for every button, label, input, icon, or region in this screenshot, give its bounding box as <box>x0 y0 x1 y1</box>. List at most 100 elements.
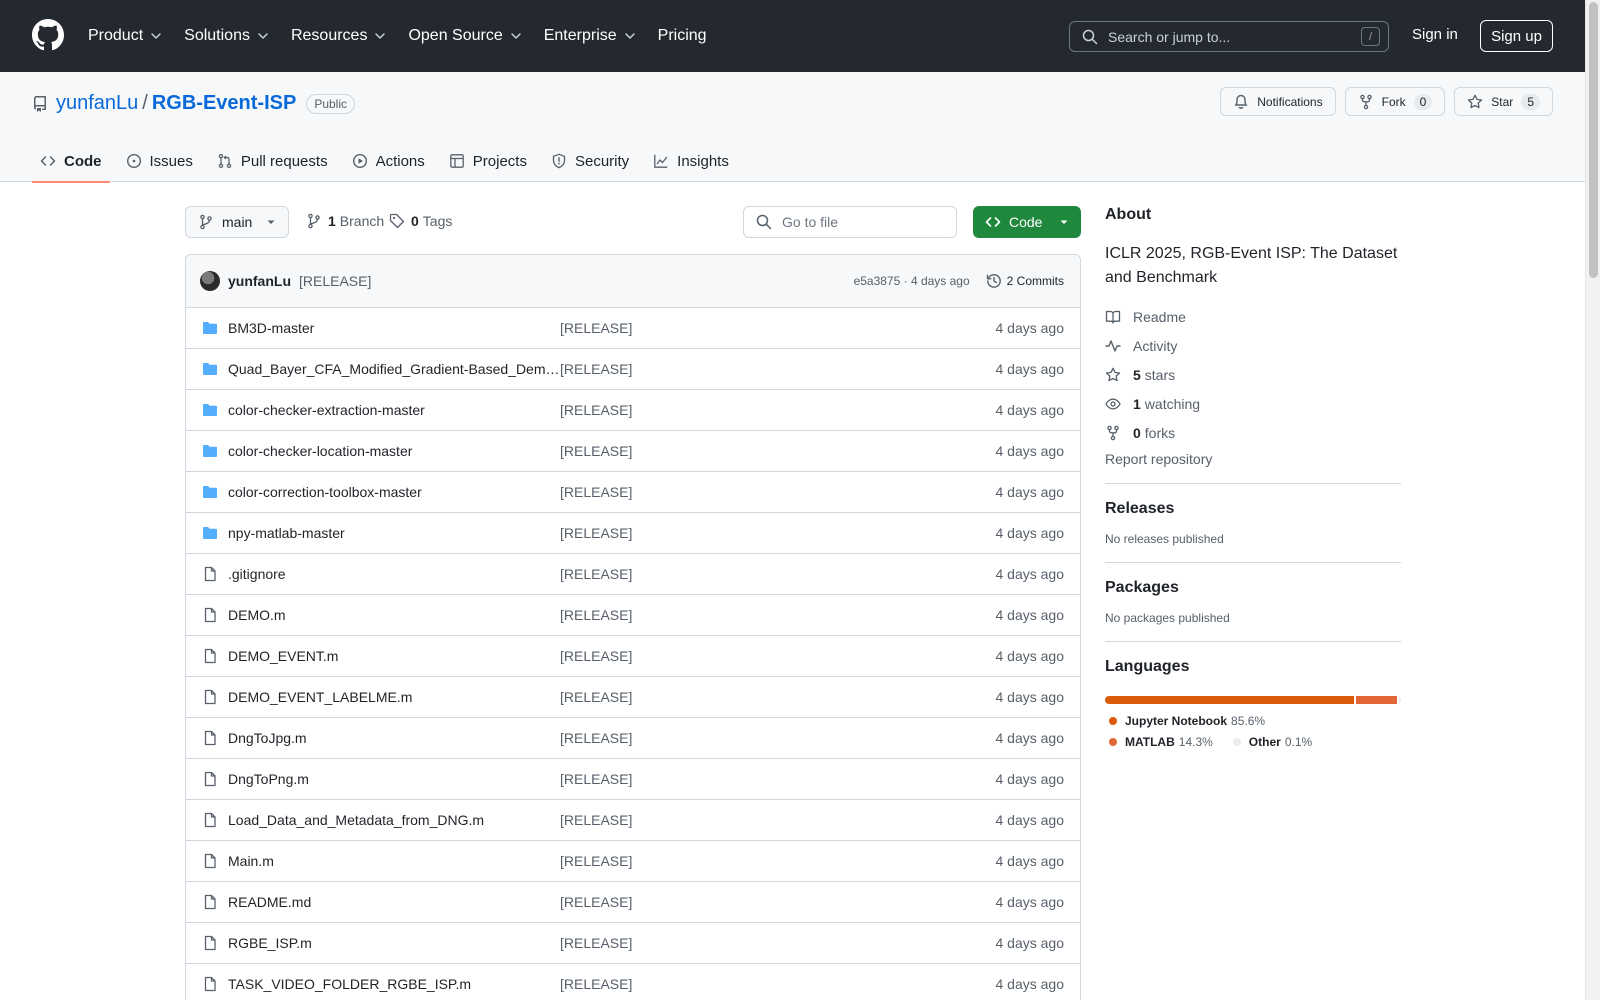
scrollbar-thumb[interactable] <box>1589 2 1598 278</box>
nav-enterprise[interactable]: Enterprise <box>544 27 638 45</box>
file-name-link[interactable]: DngToPng.m <box>228 771 560 787</box>
about-link-watching[interactable]: 1 watching <box>1105 389 1401 418</box>
star-button[interactable]: Star 5 <box>1454 87 1553 116</box>
file-name-link[interactable]: TASK_VIDEO_FOLDER_RGBE_ISP.m <box>228 976 560 992</box>
file-commit-message[interactable]: [RELEASE] <box>560 443 632 459</box>
commit-history-link[interactable]: 2 Commits <box>986 273 1064 289</box>
fork-button[interactable]: Fork 0 <box>1344 87 1446 116</box>
nav-solutions[interactable]: Solutions <box>184 27 271 45</box>
file-name-link[interactable]: color-correction-toolbox-master <box>228 484 560 500</box>
tab-issues[interactable]: Issues <box>118 140 201 182</box>
avatar[interactable] <box>200 271 220 291</box>
releases-heading[interactable]: Releases <box>1105 500 1401 518</box>
file-row[interactable]: npy-matlab-master [RELEASE] 4 days ago <box>186 513 1080 554</box>
language-item[interactable]: MATLAB 14.3% <box>1109 735 1213 749</box>
file-name-link[interactable]: DngToJpg.m <box>228 730 560 746</box>
file-name-link[interactable]: DEMO_EVENT_LABELME.m <box>228 689 560 705</box>
repo-name-link[interactable]: RGB-Event-ISP <box>152 92 296 115</box>
file-commit-message[interactable]: [RELEASE] <box>560 525 632 541</box>
tab-insights[interactable]: Insights <box>645 140 737 182</box>
file-row[interactable]: color-correction-toolbox-master [RELEASE]… <box>186 472 1080 513</box>
about-link-activity[interactable]: Activity <box>1105 331 1401 360</box>
file-row[interactable]: color-checker-location-master [RELEASE] 4 … <box>186 431 1080 472</box>
about-links: Readme Activity 5 stars 1 watching 0 forks <box>1105 302 1401 447</box>
file-row[interactable]: RGBE_ISP.m [RELEASE] 4 days ago <box>186 923 1080 964</box>
nav-product[interactable]: Product <box>88 27 164 45</box>
file-commit-message[interactable]: [RELEASE] <box>560 648 632 664</box>
file-name-link[interactable]: color-checker-extraction-master <box>228 402 560 418</box>
branches-link[interactable]: 1 Branch <box>306 213 384 229</box>
file-name-link[interactable]: Main.m <box>228 853 560 869</box>
file-commit-message[interactable]: [RELEASE] <box>560 812 632 828</box>
file-name-link[interactable]: npy-matlab-master <box>228 525 560 541</box>
file-commit-message[interactable]: [RELEASE] <box>560 484 632 500</box>
tab-security[interactable]: Security <box>543 140 637 182</box>
go-to-file-input[interactable]: Go to file <box>743 206 957 238</box>
file-commit-date: 4 days ago <box>995 525 1065 541</box>
report-repository-link[interactable]: Report repository <box>1105 451 1401 467</box>
file-commit-message[interactable]: [RELEASE] <box>560 771 632 787</box>
tags-link[interactable]: 0 Tags <box>389 213 452 229</box>
file-row[interactable]: DEMO.m [RELEASE] 4 days ago <box>186 595 1080 636</box>
file-commit-message[interactable]: [RELEASE] <box>560 976 632 992</box>
file-row[interactable]: DEMO_EVENT.m [RELEASE] 4 days ago <box>186 636 1080 677</box>
file-row[interactable]: Quad_Bayer_CFA_Modified_Gradient-Based_D… <box>186 349 1080 390</box>
nav-open-source[interactable]: Open Source <box>408 27 523 45</box>
file-commit-message[interactable]: [RELEASE] <box>560 566 632 582</box>
commit-author-link[interactable]: yunfanLu <box>228 273 291 289</box>
sign-up-button[interactable]: Sign up <box>1480 20 1553 52</box>
file-name-link[interactable]: DEMO.m <box>228 607 560 623</box>
file-row[interactable]: README.md [RELEASE] 4 days ago <box>186 882 1080 923</box>
page-scrollbar[interactable] <box>1585 0 1600 1000</box>
file-name-link[interactable]: RGBE_ISP.m <box>228 935 560 951</box>
file-commit-message[interactable]: [RELEASE] <box>560 320 632 336</box>
search-box[interactable]: Search or jump to... / <box>1069 21 1389 52</box>
about-link-forks[interactable]: 0 forks <box>1105 418 1401 447</box>
file-row[interactable]: DEMO_EVENT_LABELME.m [RELEASE] 4 days ago <box>186 677 1080 718</box>
file-name-link[interactable]: Load_Data_and_Metadata_from_DNG.m <box>228 812 560 828</box>
language-item[interactable]: Jupyter Notebook 85.6% <box>1109 714 1265 728</box>
file-row[interactable]: DngToJpg.m [RELEASE] 4 days ago <box>186 718 1080 759</box>
file-name-link[interactable]: BM3D-master <box>228 320 560 336</box>
file-name-link[interactable]: README.md <box>228 894 560 910</box>
file-commit-message[interactable]: [RELEASE] <box>560 853 632 869</box>
file-commit-message[interactable]: [RELEASE] <box>560 894 632 910</box>
repo-actions: Notifications Fork 0 Star 5 <box>1211 87 1553 116</box>
packages-heading[interactable]: Packages <box>1105 579 1401 597</box>
file-name-link[interactable]: Quad_Bayer_CFA_Modified_Gradient-Based_D… <box>228 361 560 377</box>
tab-code[interactable]: Code <box>32 140 110 183</box>
notifications-button[interactable]: Notifications <box>1220 87 1336 116</box>
tab-pull-requests[interactable]: Pull requests <box>209 140 336 182</box>
file-row[interactable]: TASK_VIDEO_FOLDER_RGBE_ISP.m [RELEASE] 4 d… <box>186 964 1080 1000</box>
nav-resources[interactable]: Resources <box>291 27 388 45</box>
file-row[interactable]: Load_Data_and_Metadata_from_DNG.m [RELEAS… <box>186 800 1080 841</box>
file-commit-message[interactable]: [RELEASE] <box>560 935 632 951</box>
file-row[interactable]: DngToPng.m [RELEASE] 4 days ago <box>186 759 1080 800</box>
code-dropdown-button[interactable]: Code <box>973 206 1081 238</box>
language-item[interactable]: Other 0.1% <box>1232 735 1312 749</box>
file-commit-message[interactable]: [RELEASE] <box>560 361 632 377</box>
file-commit-message[interactable]: [RELEASE] <box>560 730 632 746</box>
file-name-link[interactable]: color-checker-location-master <box>228 443 560 459</box>
file-commit-message[interactable]: [RELEASE] <box>560 402 632 418</box>
file-row[interactable]: Main.m [RELEASE] 4 days ago <box>186 841 1080 882</box>
repo-owner-link[interactable]: yunfanLu <box>56 92 138 115</box>
file-commit-message[interactable]: [RELEASE] <box>560 689 632 705</box>
file-commit-message[interactable]: [RELEASE] <box>560 607 632 623</box>
nav-pricing[interactable]: Pricing <box>658 27 707 45</box>
tab-projects[interactable]: Projects <box>441 140 535 182</box>
file-name-link[interactable]: DEMO_EVENT.m <box>228 648 560 664</box>
about-link-readme[interactable]: Readme <box>1105 302 1401 331</box>
repo-path-separator: / <box>142 92 148 114</box>
file-row[interactable]: color-checker-extraction-master [RELEASE]… <box>186 390 1080 431</box>
file-row[interactable]: .gitignore [RELEASE] 4 days ago <box>186 554 1080 595</box>
file-row[interactable]: BM3D-master [RELEASE] 4 days ago <box>186 308 1080 349</box>
github-logo-icon[interactable] <box>32 19 64 51</box>
commit-hash-and-time[interactable]: e5a3875 · 4 days ago <box>854 274 970 288</box>
file-name-link[interactable]: .gitignore <box>228 566 560 582</box>
sign-in-link[interactable]: Sign in <box>1412 26 1458 43</box>
about-link-stars[interactable]: 5 stars <box>1105 360 1401 389</box>
tab-actions[interactable]: Actions <box>344 140 433 182</box>
branch-selector[interactable]: main <box>185 206 289 238</box>
commit-message-link[interactable]: [RELEASE] <box>299 273 371 289</box>
